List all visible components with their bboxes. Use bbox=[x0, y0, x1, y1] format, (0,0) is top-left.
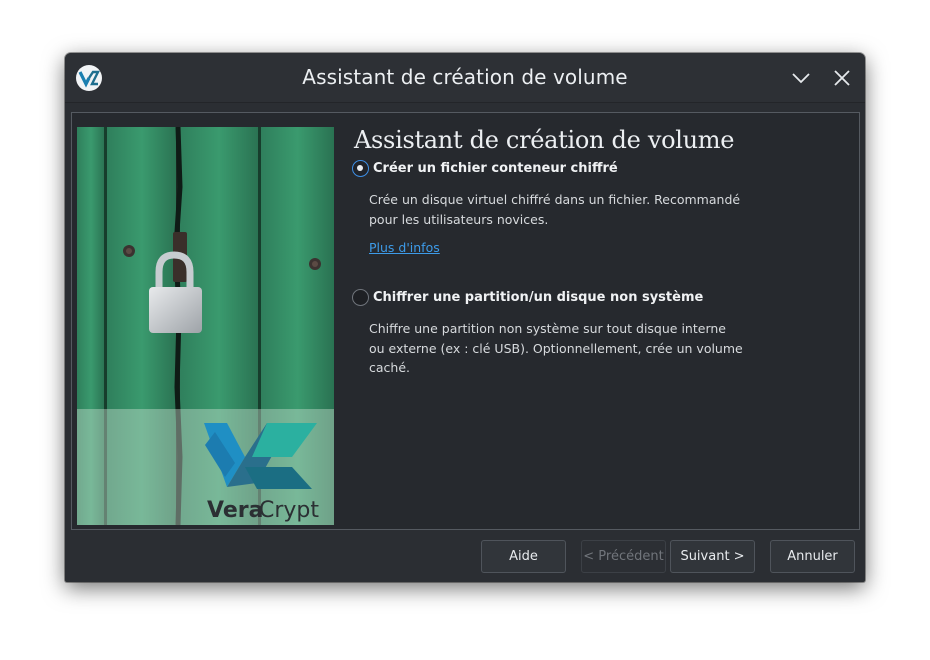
radio-encrypt-partition[interactable] bbox=[352, 289, 369, 306]
option-encrypt-partition[interactable]: Chiffrer une partition/un disque non sys… bbox=[352, 289, 703, 306]
help-button[interactable]: Aide bbox=[481, 540, 566, 573]
option-create-container-description: Crée un disque virtuel chiffré dans un f… bbox=[369, 190, 749, 229]
more-info-link[interactable]: Plus d'infos bbox=[369, 240, 440, 255]
wizard-heading: Assistant de création de volume bbox=[354, 126, 735, 154]
content-frame: Vera Crypt Assistant de création de volu… bbox=[71, 112, 860, 530]
padlock-door-illustration: Vera Crypt bbox=[77, 127, 334, 525]
option-encrypt-partition-label[interactable]: Chiffrer une partition/un disque non sys… bbox=[373, 290, 703, 305]
window-title: Assistant de création de volume bbox=[302, 65, 628, 89]
description-line: caché. bbox=[369, 360, 410, 375]
option-encrypt-partition-description: Chiffre une partition non système sur to… bbox=[369, 319, 749, 378]
brand-name-crypt: Crypt bbox=[259, 498, 319, 523]
radio-create-container[interactable] bbox=[352, 160, 369, 177]
option-create-container[interactable]: Créer un fichier conteneur chiffré bbox=[352, 160, 618, 177]
brand-name-vera: Vera bbox=[207, 498, 263, 523]
description-line: Crée un disque virtuel chiffré dans un f… bbox=[369, 192, 741, 207]
title-bar[interactable]: Assistant de création de volume bbox=[65, 53, 865, 103]
description-line: pour les utilisateurs novices. bbox=[369, 211, 549, 227]
previous-button[interactable]: < Précédent bbox=[581, 540, 666, 573]
description-line: ou externe (ex : clé USB). Optionnelleme… bbox=[369, 340, 743, 356]
option-create-container-label[interactable]: Créer un fichier conteneur chiffré bbox=[373, 161, 618, 176]
wizard-window: Assistant de création de volume Vera Cry… bbox=[65, 53, 865, 582]
next-button[interactable]: Suivant > bbox=[670, 540, 755, 573]
minimize-chevron-icon[interactable] bbox=[789, 66, 813, 90]
close-icon[interactable] bbox=[830, 66, 854, 90]
cancel-button[interactable]: Annuler bbox=[770, 540, 855, 573]
description-line: Chiffre une partition non système sur to… bbox=[369, 321, 726, 336]
